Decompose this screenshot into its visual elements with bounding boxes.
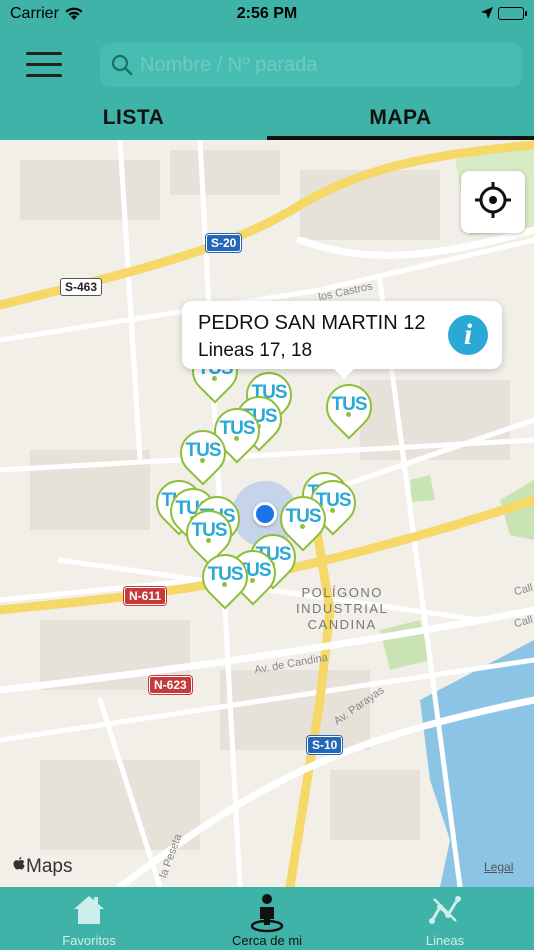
info-button[interactable]: i <box>448 315 488 355</box>
status-bar: Carrier 2:56 PM <box>0 0 534 30</box>
stop-lines: Lineas 17, 18 <box>198 340 313 361</box>
view-tabs: LISTA MAPA <box>0 98 534 140</box>
user-location-dot <box>253 502 277 526</box>
bus-stop-pin[interactable]: TUS <box>192 544 258 616</box>
legal-link[interactable]: Legal <box>484 860 513 874</box>
tab-mapa[interactable]: MAPA <box>267 98 534 140</box>
app-header <box>0 30 534 98</box>
apple-icon <box>13 857 25 870</box>
road-shield-s463: S-463 <box>60 278 103 296</box>
hamburger-menu-button[interactable] <box>26 52 62 78</box>
clock: 2:56 PM <box>236 5 298 22</box>
search-icon <box>110 53 134 82</box>
nav-label: Cerca de mi <box>231 933 303 948</box>
nav-label: Favoritos <box>62 933 116 948</box>
area-label-poligono: POLÍGONO INDUSTRIAL CANDINA <box>296 585 388 633</box>
bus-stop-pin[interactable]: TUS <box>316 374 382 446</box>
road-shield-n611: N-611 <box>124 587 167 605</box>
area-label-line: POLÍGONO <box>301 585 383 600</box>
menu-bar <box>26 63 62 66</box>
maps-attribution: Maps <box>26 856 73 877</box>
nav-favoritos[interactable]: Favoritos <box>0 887 178 950</box>
area-label-line: INDUSTRIAL <box>296 601 389 616</box>
apple-maps-logo: Maps <box>12 856 72 878</box>
nav-lineas[interactable]: Lineas <box>356 887 534 950</box>
menu-bar <box>26 74 62 77</box>
road-shield-s10: S-10 <box>307 736 343 754</box>
battery-icon <box>498 7 527 20</box>
map-view[interactable]: S-20 S-463 N-611 N-623 S-10 POLÍGONO IND… <box>0 140 534 887</box>
location-arrow-icon <box>480 6 494 25</box>
road-shield-n623: N-623 <box>149 676 192 694</box>
tab-lista[interactable]: LISTA <box>0 98 267 140</box>
nav-cerca-de-mi[interactable]: Cerca de mi <box>178 887 356 950</box>
home-icon <box>0 893 178 929</box>
crosshair-icon <box>474 181 512 224</box>
person-pin-icon <box>178 893 356 933</box>
search-input[interactable] <box>140 43 510 87</box>
menu-bar <box>26 52 62 55</box>
search-bar[interactable] <box>100 43 522 87</box>
road-shield-s20: S-20 <box>206 234 242 252</box>
area-label-line: CANDINA <box>307 617 377 632</box>
locate-me-button[interactable] <box>461 171 525 233</box>
nav-label: Lineas <box>425 933 465 948</box>
stop-callout[interactable]: PEDRO SAN MARTIN 12 Lineas 17, 18 i <box>182 301 502 379</box>
route-icon <box>356 893 534 929</box>
bottom-nav: Favoritos Cerca de mi Lineas <box>0 887 534 950</box>
stop-name: PEDRO SAN MARTIN 12 <box>198 312 426 334</box>
